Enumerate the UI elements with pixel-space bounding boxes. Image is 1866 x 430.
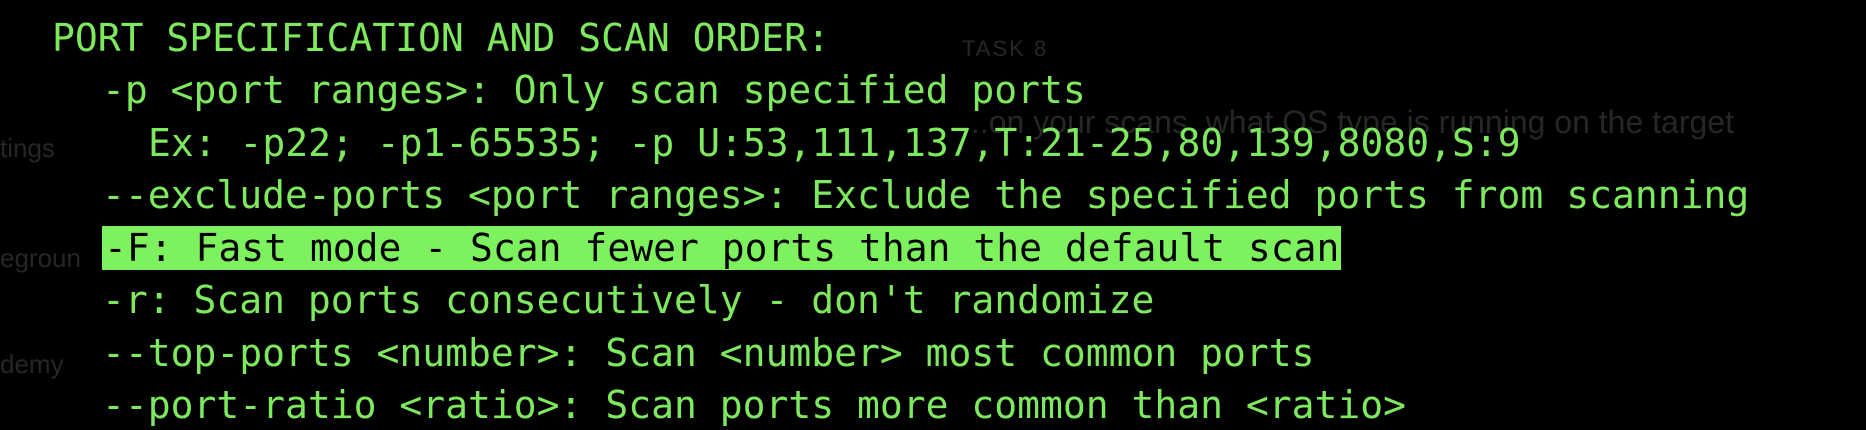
terminal-line: --exclude-ports <port ranges>: Exclude t… xyxy=(102,173,1750,217)
section-heading: PORT SPECIFICATION AND SCAN ORDER: xyxy=(52,16,830,60)
terminal-output[interactable]: PORT SPECIFICATION AND SCAN ORDER: -p <p… xyxy=(0,0,1866,430)
terminal-line: -r: Scan ports consecutively - don't ran… xyxy=(102,278,1155,322)
selection-highlight[interactable]: -F: Fast mode - Scan fewer ports than th… xyxy=(102,226,1342,270)
terminal-line: Ex: -p22; -p1-65535; -p U:53,111,137,T:2… xyxy=(148,121,1521,165)
terminal-line-highlighted: -F: Fast mode - Scan fewer ports than th… xyxy=(102,222,1342,274)
terminal-line: -p <port ranges>: Only scan specified po… xyxy=(102,68,1086,112)
terminal-line: --port-ratio <ratio>: Scan ports more co… xyxy=(102,383,1407,427)
terminal-line: --top-ports <number>: Scan <number> most… xyxy=(102,331,1315,375)
screen: TASK 8 ...on your scans, what OS type is… xyxy=(0,0,1866,430)
